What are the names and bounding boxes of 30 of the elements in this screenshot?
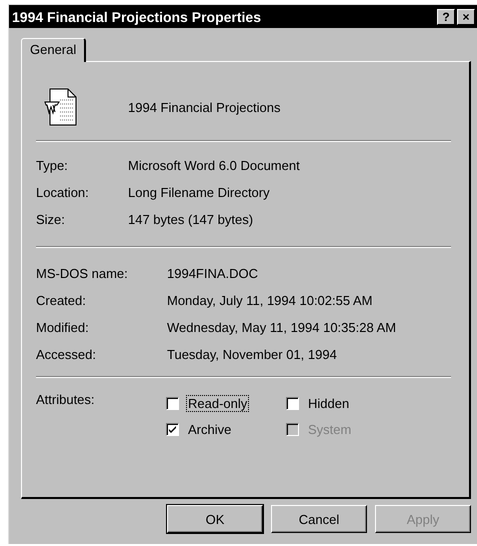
- file-name: 1994 Financial Projections: [128, 100, 280, 114]
- field-label: MS-DOS name:: [36, 266, 129, 281]
- field-label: Modified:: [36, 320, 90, 335]
- field-value: Tuesday, November 01, 1994: [167, 347, 337, 362]
- field-label: Created:: [36, 293, 87, 308]
- checkbox[interactable]: [166, 396, 179, 410]
- tab[interactable]: General: [21, 38, 86, 62]
- window-title: 1994 Financial Projections Properties: [12, 8, 261, 24]
- checkbox-label[interactable]: Hidden: [307, 396, 350, 410]
- checkbox-label[interactable]: Archive: [187, 422, 232, 436]
- field-value: Long Filename Directory: [128, 185, 270, 200]
- checkbox-label[interactable]: Read-only: [187, 396, 248, 410]
- dialog-button[interactable]: OK: [167, 505, 263, 533]
- field-value: Wednesday, May 11, 1994 10:35:28 AM: [167, 320, 396, 335]
- close-button[interactable]: ×: [457, 8, 475, 24]
- help-button[interactable]: ?: [437, 8, 455, 24]
- field-value: Monday, July 11, 1994 10:02:55 AM: [167, 293, 372, 308]
- field-value: 1994FINA.DOC: [167, 266, 258, 281]
- field-label: Attributes:: [36, 392, 96, 407]
- field-label: Accessed:: [36, 347, 97, 362]
- field-label: Type:: [36, 158, 69, 173]
- word-document-icon: [44, 88, 78, 126]
- checkbox[interactable]: [166, 422, 179, 436]
- checkbox[interactable]: [286, 396, 299, 410]
- field-label: Location:: [36, 185, 90, 200]
- dialog-button[interactable]: Cancel: [271, 505, 367, 533]
- field-label: Size:: [36, 212, 66, 227]
- field-value: Microsoft Word 6.0 Document: [128, 158, 300, 173]
- check-icon: [169, 426, 176, 432]
- field-value: 147 bytes (147 bytes): [128, 212, 254, 227]
